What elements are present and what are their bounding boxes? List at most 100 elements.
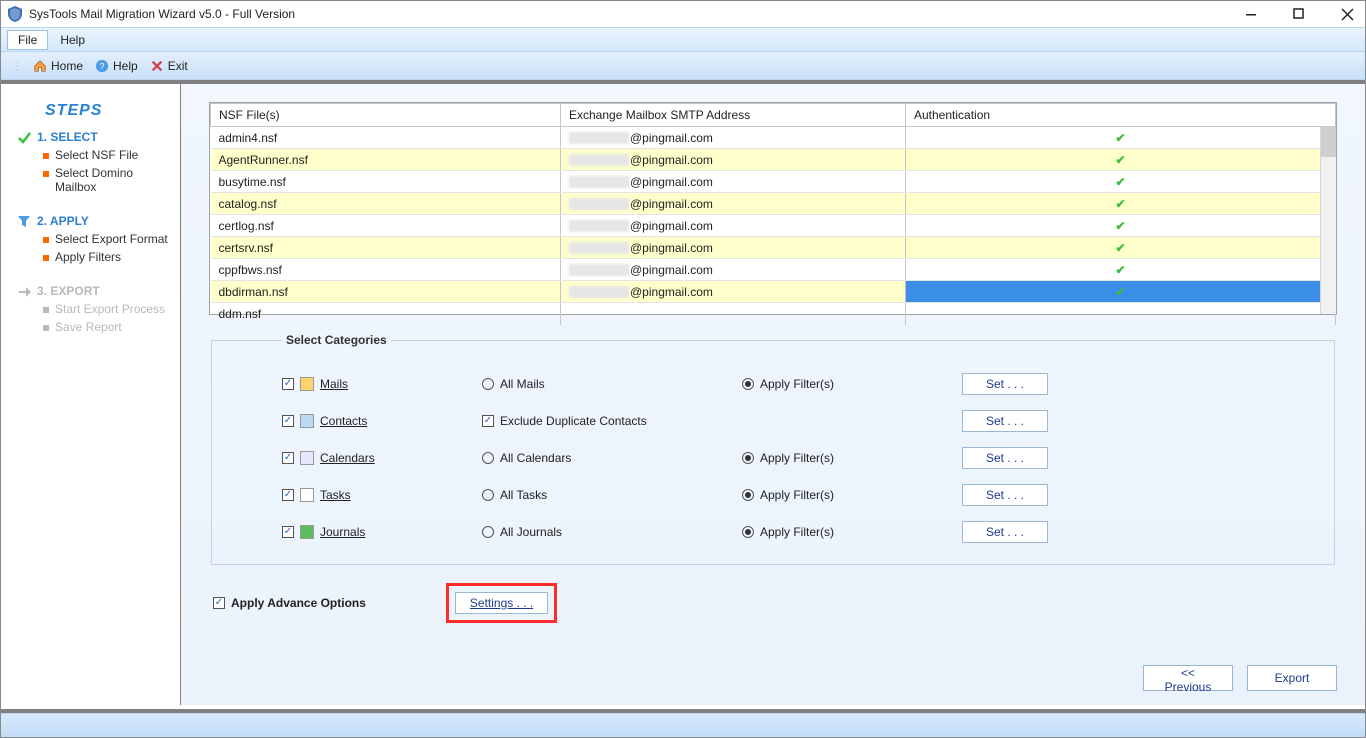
menu-help[interactable]: Help: [50, 31, 95, 49]
col-nsf[interactable]: NSF File(s): [211, 104, 561, 127]
checkbox-icon[interactable]: [282, 378, 294, 390]
status-bar: [1, 713, 1365, 737]
table-row[interactable]: dbdirman.nsf@pingmail.com✔: [211, 281, 1336, 303]
checkbox-icon[interactable]: [282, 489, 294, 501]
advance-settings-button[interactable]: Settings . . .: [455, 592, 548, 614]
arrow-icon: [17, 284, 31, 298]
table-row[interactable]: catalog.nsf@pingmail.com✔: [211, 193, 1336, 215]
table-row[interactable]: cppfbws.nsf@pingmail.com✔: [211, 259, 1336, 281]
radio-filter-mails[interactable]: Apply Filter(s): [742, 377, 962, 391]
checkbox-icon[interactable]: [282, 415, 294, 427]
table-row[interactable]: ddm.nsf: [211, 303, 1336, 325]
radio-icon[interactable]: [482, 526, 494, 538]
radio-filter-tasks[interactable]: Apply Filter(s): [742, 488, 962, 502]
export-button[interactable]: Export: [1247, 665, 1337, 691]
cell-auth: ✔: [906, 193, 1336, 215]
radio-icon[interactable]: [742, 452, 754, 464]
radio-all-tasks[interactable]: All Tasks: [482, 488, 742, 502]
table-row[interactable]: admin4.nsf@pingmail.com✔: [211, 127, 1336, 149]
step-2-label: 2. APPLY: [37, 214, 89, 228]
step-1-item-1-label: Select NSF File: [55, 148, 138, 162]
checkbox-exclude-duplicates[interactable]: Exclude Duplicate Contacts: [482, 414, 742, 428]
menu-bar: File Help: [1, 27, 1365, 52]
set-calendars-button[interactable]: Set . . .: [962, 447, 1048, 469]
radio-icon[interactable]: [742, 489, 754, 501]
category-calendars[interactable]: Calendars: [282, 451, 482, 465]
settings-button-label: Settings . . .: [470, 596, 533, 610]
step-2-apply[interactable]: 2. APPLY: [17, 214, 172, 228]
radio-all-journals[interactable]: All Journals: [482, 525, 742, 539]
category-contacts[interactable]: Contacts: [282, 414, 482, 428]
radio-filter-calendars[interactable]: Apply Filter(s): [742, 451, 962, 465]
category-contacts-label: Contacts: [320, 414, 367, 428]
toolbar-help-label: Help: [113, 59, 138, 73]
table-row[interactable]: certsrv.nsf@pingmail.com✔: [211, 237, 1336, 259]
radio-all-calendars[interactable]: All Calendars: [482, 451, 742, 465]
step-1-item-1[interactable]: Select NSF File: [43, 148, 172, 162]
maximize-button[interactable]: [1287, 2, 1311, 26]
step-1-item-2-label: Select Domino Mailbox: [55, 166, 172, 194]
set-contacts-button[interactable]: Set . . .: [962, 410, 1048, 432]
radio-icon[interactable]: [482, 378, 494, 390]
step-2-item-1[interactable]: Select Export Format: [43, 232, 172, 246]
category-tasks[interactable]: Tasks: [282, 488, 482, 502]
radio-all-journals-label: All Journals: [500, 525, 562, 539]
apply-advance-checkbox[interactable]: Apply Advance Options: [213, 596, 366, 610]
checkbox-icon[interactable]: [282, 452, 294, 464]
step-1-label: 1. SELECT: [37, 130, 98, 144]
table-row[interactable]: AgentRunner.nsf@pingmail.com✔: [211, 149, 1336, 171]
radio-all-tasks-label: All Tasks: [500, 488, 547, 502]
radio-filter-journals[interactable]: Apply Filter(s): [742, 525, 962, 539]
radio-icon[interactable]: [482, 489, 494, 501]
steps-sidebar: STEPS 1. SELECT Select NSF File Select D…: [1, 84, 181, 705]
table-row[interactable]: busytime.nsf@pingmail.com✔: [211, 171, 1336, 193]
menu-file[interactable]: File: [7, 30, 48, 50]
step-2-item-2[interactable]: Apply Filters: [43, 250, 172, 264]
cell-nsf: certlog.nsf: [211, 215, 561, 237]
step-3-export: 3. EXPORT: [17, 284, 172, 298]
close-button[interactable]: [1335, 2, 1359, 26]
previous-button[interactable]: << Previous: [1143, 665, 1233, 691]
cell-auth: ✔: [906, 171, 1336, 193]
set-tasks-button[interactable]: Set . . .: [962, 484, 1048, 506]
radio-icon[interactable]: [742, 378, 754, 390]
toolbar-help-button[interactable]: ? Help: [91, 57, 142, 75]
app-icon: [7, 6, 23, 22]
set-journals-button[interactable]: Set . . .: [962, 521, 1048, 543]
category-journals[interactable]: Journals: [282, 525, 482, 539]
toolbar-home-button[interactable]: Home: [29, 57, 87, 75]
contacts-icon: [300, 414, 314, 428]
step-2-item-2-label: Apply Filters: [55, 250, 121, 264]
set-mails-button[interactable]: Set . . .: [962, 373, 1048, 395]
table-scrollbar[interactable]: [1320, 127, 1336, 314]
step-3-item-1: Start Export Process: [43, 302, 172, 316]
check-icon: [17, 130, 31, 144]
category-mails[interactable]: Mails: [282, 377, 482, 391]
col-auth[interactable]: Authentication: [906, 104, 1336, 127]
cell-auth: ✔: [906, 259, 1336, 281]
nsf-table[interactable]: NSF File(s) Exchange Mailbox SMTP Addres…: [209, 102, 1337, 315]
toolbar-home-label: Home: [51, 59, 83, 73]
radio-all-mails[interactable]: All Mails: [482, 377, 742, 391]
cell-nsf: AgentRunner.nsf: [211, 149, 561, 171]
cell-addr: @pingmail.com: [561, 149, 906, 171]
checkbox-icon[interactable]: [213, 597, 225, 609]
step-3-item-1-label: Start Export Process: [55, 302, 165, 316]
col-address[interactable]: Exchange Mailbox SMTP Address: [561, 104, 906, 127]
table-row[interactable]: certlog.nsf@pingmail.com✔: [211, 215, 1336, 237]
checkbox-icon[interactable]: [282, 526, 294, 538]
radio-icon[interactable]: [742, 526, 754, 538]
tasks-icon: [300, 488, 314, 502]
calendar-icon: [300, 451, 314, 465]
radio-icon[interactable]: [482, 452, 494, 464]
checkbox-icon[interactable]: [482, 415, 494, 427]
journals-icon: [300, 525, 314, 539]
cell-nsf: busytime.nsf: [211, 171, 561, 193]
radio-filter-calendars-label: Apply Filter(s): [760, 451, 834, 465]
toolbar-exit-button[interactable]: Exit: [146, 57, 192, 75]
cell-nsf: dbdirman.nsf: [211, 281, 561, 303]
step-1-item-2[interactable]: Select Domino Mailbox: [43, 166, 172, 194]
step-1-select[interactable]: 1. SELECT: [17, 130, 172, 144]
categories-legend: Select Categories: [282, 333, 391, 347]
minimize-button[interactable]: [1239, 2, 1263, 26]
